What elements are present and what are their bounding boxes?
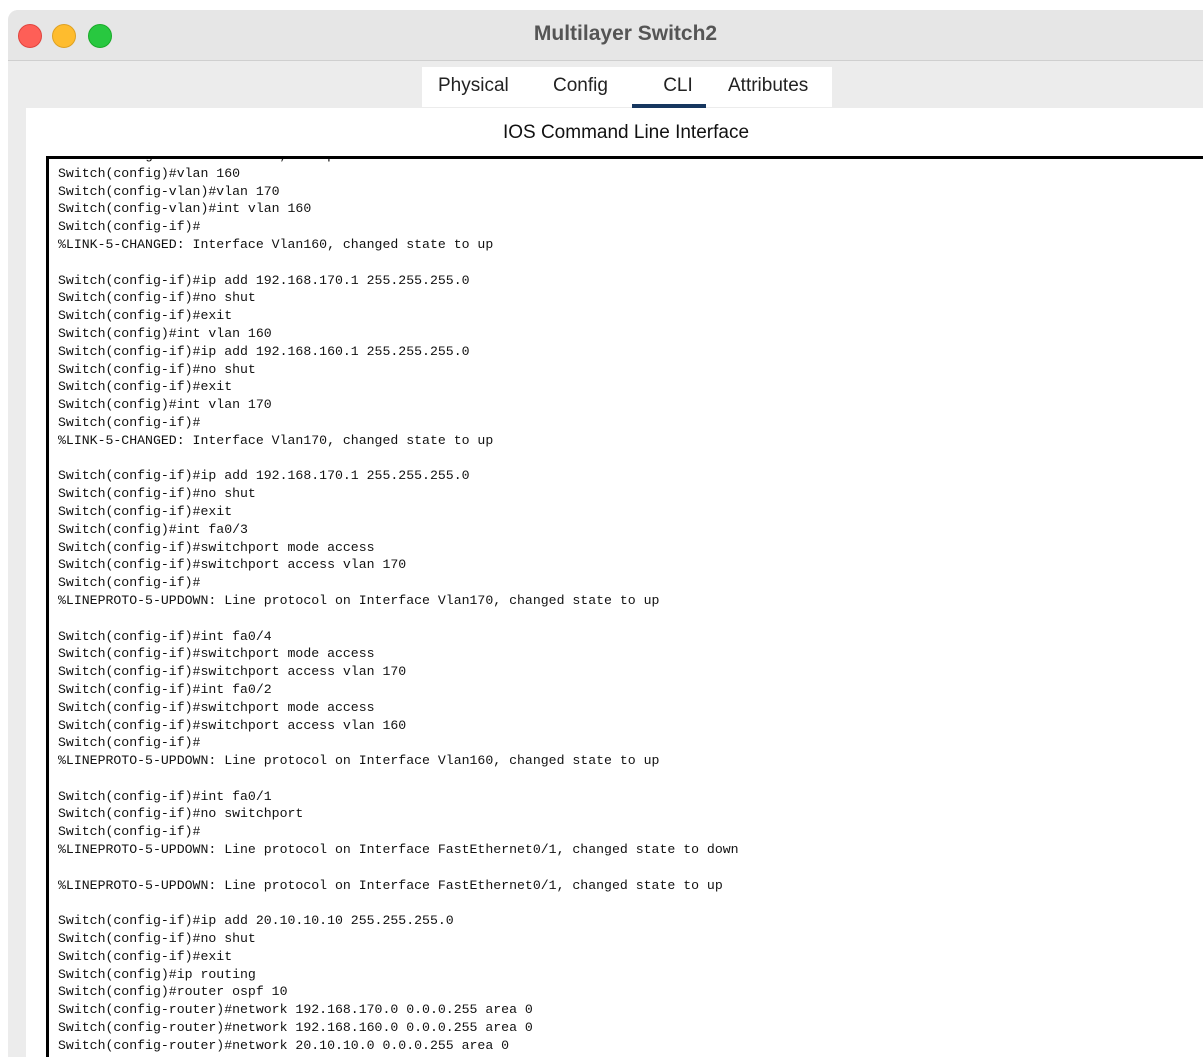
tab-physical[interactable]: Physical: [438, 75, 509, 97]
tab-cli[interactable]: CLI: [652, 75, 704, 97]
tab-attributes[interactable]: Attributes: [728, 75, 808, 97]
terminal-output: Enter configuration commands, one per li…: [58, 159, 739, 1053]
tab-group: Physical Config CLI Attributes: [422, 67, 832, 110]
title-bar: Multilayer Switch2: [8, 10, 1203, 61]
cli-terminal[interactable]: Enter configuration commands, one per li…: [46, 156, 1203, 1057]
window-title: Multilayer Switch2: [533, 22, 718, 45]
app-window: Multilayer Switch2 Physical Config CLI A…: [8, 10, 1203, 1057]
tab-bar: Physical Config CLI Attributes: [8, 61, 1203, 110]
section-title: IOS Command Line Interface: [502, 122, 750, 143]
tab-config[interactable]: Config: [553, 75, 608, 97]
cli-panel: IOS Command Line Interface Enter configu…: [26, 108, 1203, 1057]
